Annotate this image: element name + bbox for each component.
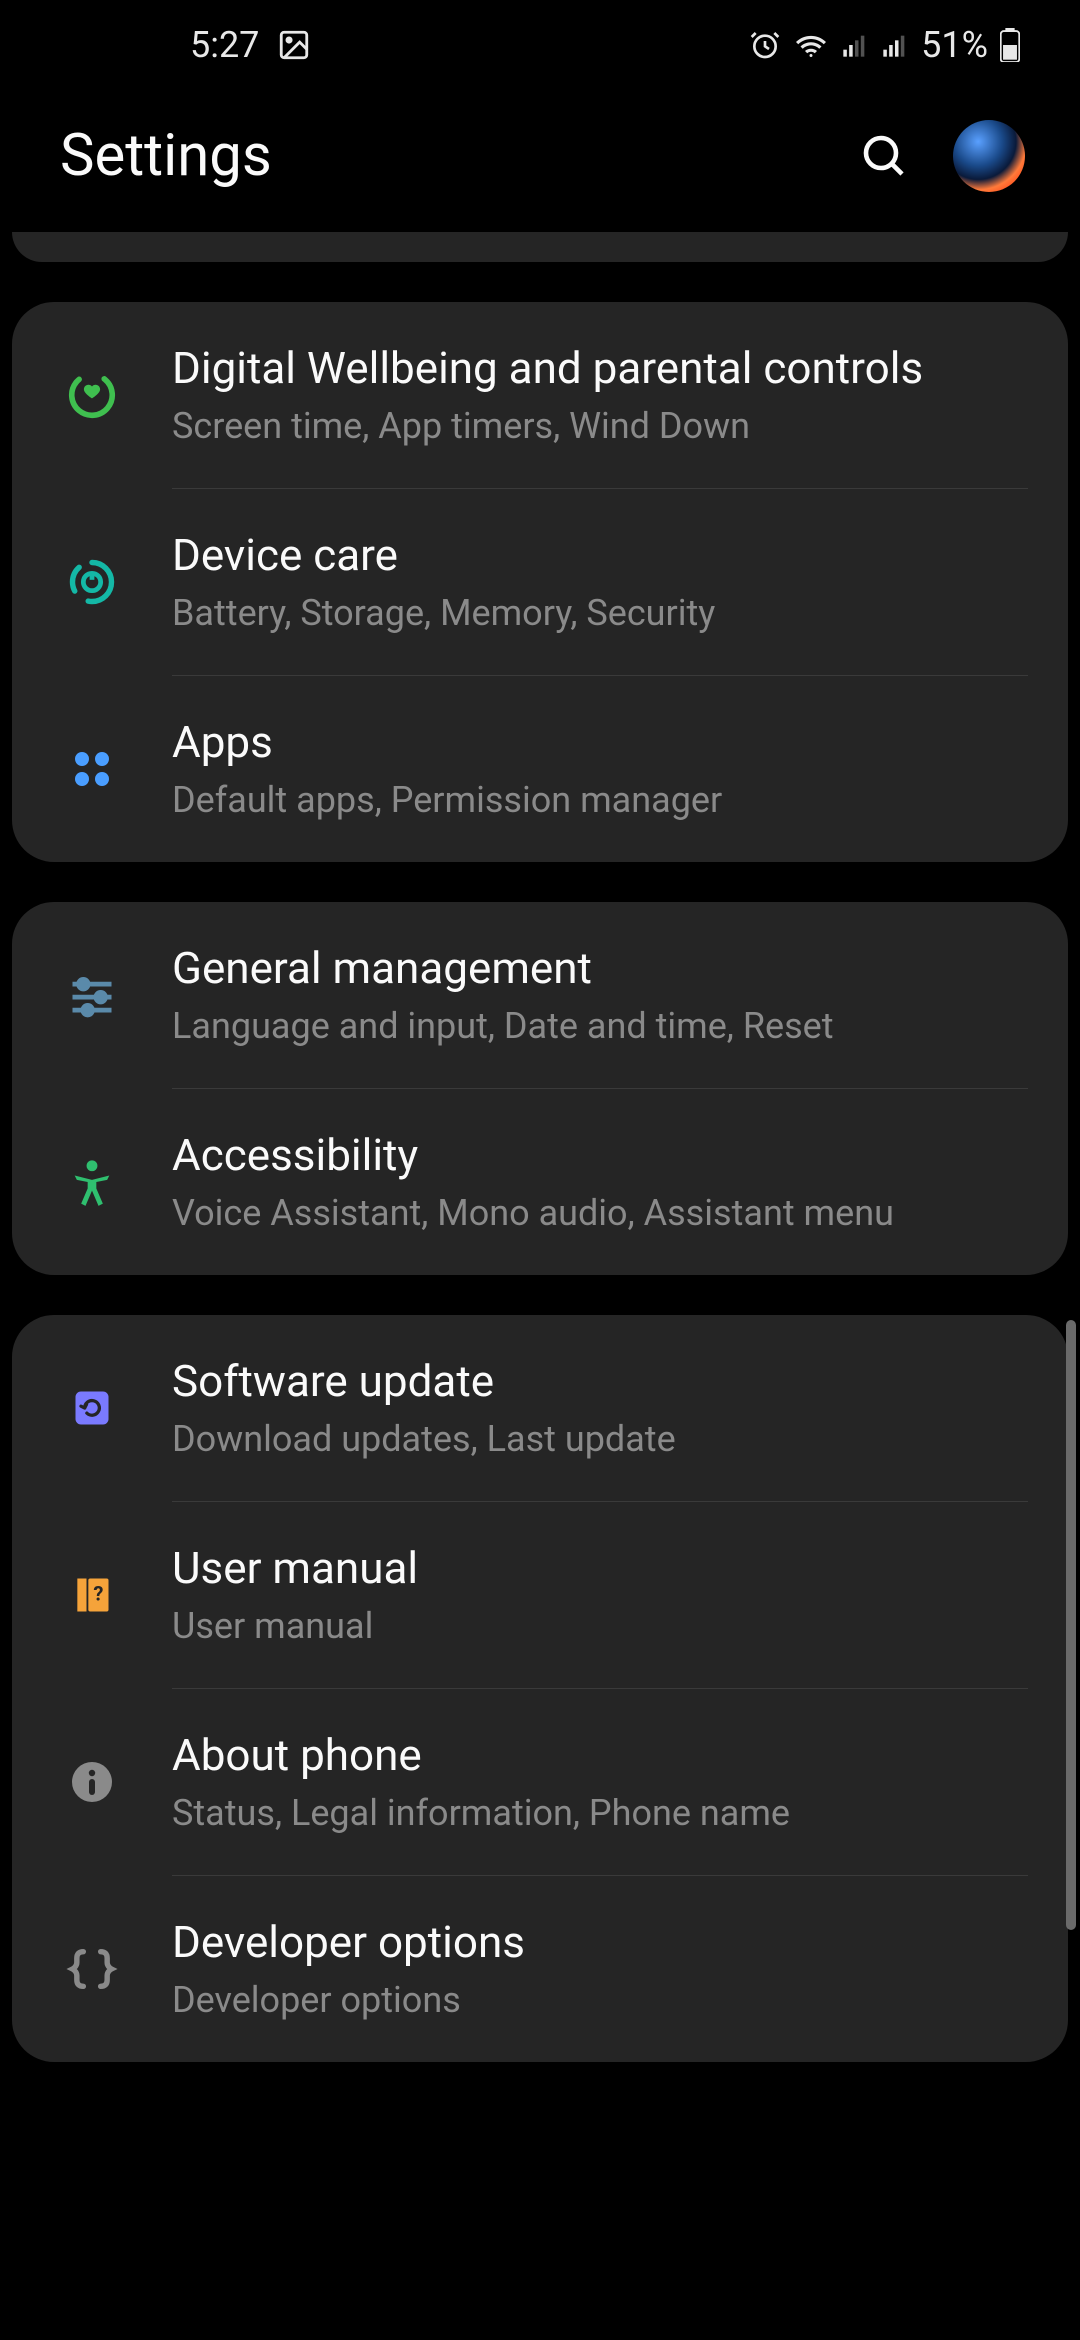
header-actions xyxy=(860,120,1025,192)
settings-card: Digital Wellbeing and parental controls … xyxy=(12,302,1068,862)
row-title: Apps xyxy=(172,714,1028,771)
row-subtitle: Battery, Storage, Memory, Security xyxy=(172,590,1028,637)
row-title: Device care xyxy=(172,527,1028,584)
row-title: Software update xyxy=(172,1353,1028,1410)
row-title: About phone xyxy=(172,1727,1028,1784)
update-icon xyxy=(52,1386,132,1430)
sliders-icon xyxy=(52,969,132,1021)
row-subtitle: User manual xyxy=(172,1603,1028,1650)
screenshot-icon xyxy=(277,28,311,62)
search-icon xyxy=(860,132,908,180)
row-subtitle: Status, Legal information, Phone name xyxy=(172,1790,1028,1837)
status-right: 51% xyxy=(749,24,1020,66)
alarm-icon xyxy=(749,29,781,61)
settings-card: Software update Download updates, Last u… xyxy=(12,1315,1068,2062)
row-subtitle: Language and input, Date and time, Reset xyxy=(172,1003,1028,1050)
battery-percent: 51% xyxy=(921,24,988,66)
app-header: Settings xyxy=(0,90,1080,232)
wifi-icon xyxy=(793,27,829,63)
row-subtitle: Download updates, Last update xyxy=(172,1416,1028,1463)
list-item-software-update[interactable]: Software update Download updates, Last u… xyxy=(12,1315,1068,1501)
list-item-about-phone[interactable]: About phone Status, Legal information, P… xyxy=(12,1689,1068,1875)
list-item-general-management[interactable]: General management Language and input, D… xyxy=(12,902,1068,1088)
signal-icon-1 xyxy=(841,31,869,59)
list-item-apps[interactable]: Apps Default apps, Permission manager xyxy=(12,676,1068,862)
row-subtitle: Default apps, Permission manager xyxy=(172,777,1028,824)
row-subtitle: Voice Assistant, Mono audio, Assistant m… xyxy=(172,1190,1028,1237)
svg-text:?: ? xyxy=(93,1581,103,1605)
list-item[interactable]: Motions and gestures, One-handed mode xyxy=(12,232,1068,262)
scroll-indicator[interactable] xyxy=(1066,1320,1076,1930)
device-care-icon xyxy=(52,556,132,608)
manual-icon: ? xyxy=(52,1573,132,1617)
apps-icon xyxy=(52,745,132,793)
list-item-device-care[interactable]: Device care Battery, Storage, Memory, Se… xyxy=(12,489,1068,675)
accessibility-icon xyxy=(52,1156,132,1208)
row-subtitle: Screen time, App timers, Wind Down xyxy=(172,403,1028,450)
row-subtitle: Developer options xyxy=(172,1977,1028,2024)
list-item-developer-options[interactable]: Developer options Developer options xyxy=(12,1876,1068,2062)
settings-card-partial: Motions and gestures, One-handed mode xyxy=(12,232,1068,262)
battery-icon xyxy=(1000,28,1020,62)
list-item-accessibility[interactable]: Accessibility Voice Assistant, Mono audi… xyxy=(12,1089,1068,1275)
settings-card: General management Language and input, D… xyxy=(12,902,1068,1275)
braces-icon xyxy=(52,1943,132,1995)
wellbeing-icon xyxy=(52,368,132,422)
page-title: Settings xyxy=(60,122,272,190)
row-title: User manual xyxy=(172,1540,1028,1597)
list-item-user-manual[interactable]: ? User manual User manual xyxy=(12,1502,1068,1688)
info-icon xyxy=(52,1758,132,1806)
row-title: Digital Wellbeing and parental controls xyxy=(172,340,1028,397)
status-time: 5:27 xyxy=(190,24,259,66)
list-item-digital-wellbeing[interactable]: Digital Wellbeing and parental controls … xyxy=(12,302,1068,488)
row-title: Accessibility xyxy=(172,1127,1028,1184)
settings-list: Motions and gestures, One-handed mode Di… xyxy=(0,232,1080,2062)
status-left: 5:27 xyxy=(190,24,311,66)
row-title: Developer options xyxy=(172,1914,1028,1971)
signal-icon-2 xyxy=(881,31,909,59)
row-title: General management xyxy=(172,940,1028,997)
status-bar: 5:27 xyxy=(0,0,1080,90)
profile-avatar[interactable] xyxy=(953,120,1025,192)
search-button[interactable] xyxy=(860,132,908,180)
